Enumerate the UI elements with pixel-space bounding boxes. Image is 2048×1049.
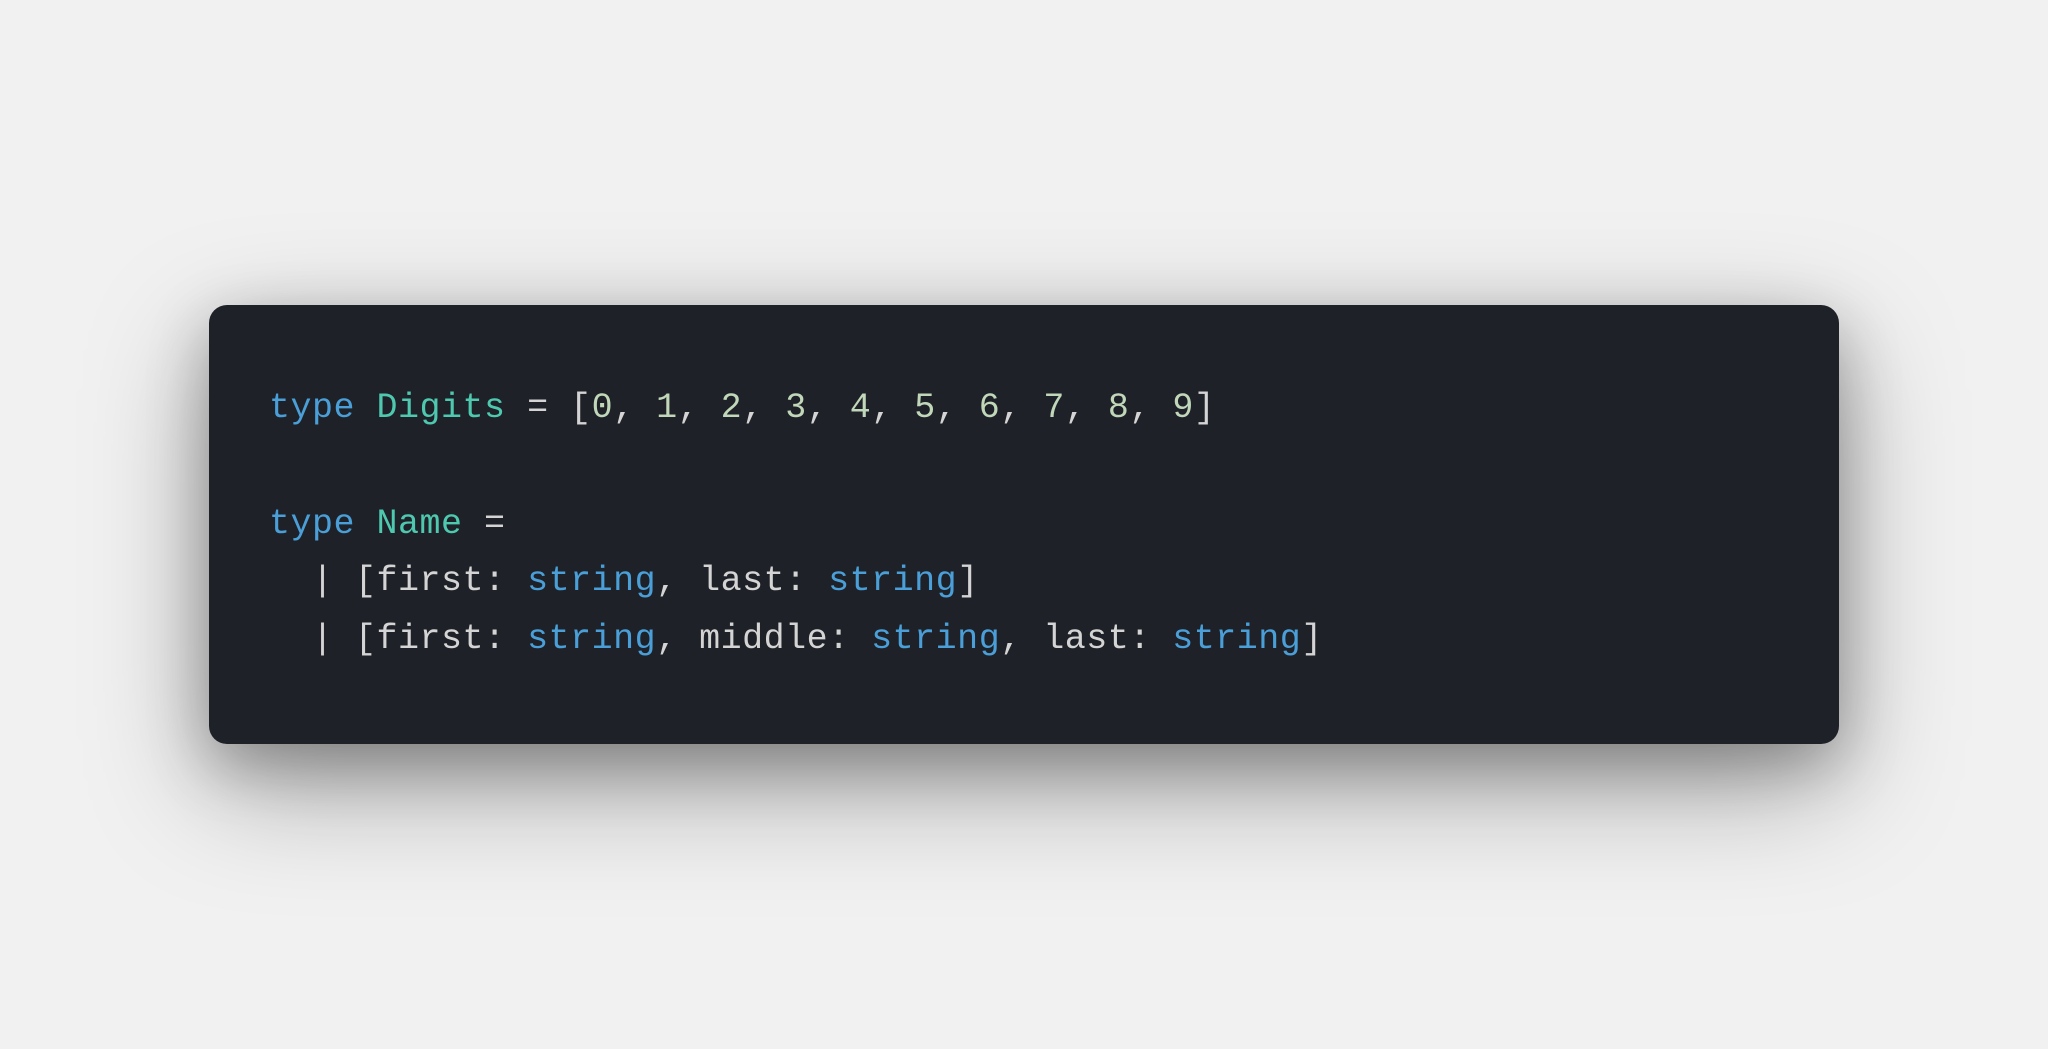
number-literal: 2 xyxy=(721,388,743,428)
number-literal: 9 xyxy=(1172,388,1194,428)
builtin-type: string xyxy=(828,561,957,601)
code-block: type Digits = [0, 1, 2, 3, 4, 5, 6, 7, 8… xyxy=(209,305,1839,744)
code-line-5: | [first: string, middle: string, last: … xyxy=(269,611,1779,669)
number-literal: 0 xyxy=(592,388,614,428)
union-branch: | [ xyxy=(269,561,377,601)
tuple-label: first xyxy=(377,619,485,659)
comma: , xyxy=(656,561,699,601)
code-line-4: | [first: string, last: string] xyxy=(269,553,1779,611)
number-literal: 5 xyxy=(914,388,936,428)
comma: , xyxy=(936,388,979,428)
comma: , xyxy=(678,388,721,428)
bracket-close: ] xyxy=(1194,388,1216,428)
builtin-type: string xyxy=(1172,619,1301,659)
builtin-type: string xyxy=(527,619,656,659)
operator-equals: = xyxy=(506,388,571,428)
comma: , xyxy=(1000,619,1043,659)
code-line-3: type Name = xyxy=(269,496,1779,554)
tuple-label: middle xyxy=(699,619,828,659)
bracket-open: [ xyxy=(570,388,592,428)
comma: , xyxy=(1129,388,1172,428)
comma: , xyxy=(807,388,850,428)
number-literal: 8 xyxy=(1108,388,1130,428)
comma: , xyxy=(613,388,656,428)
colon: : xyxy=(785,561,828,601)
number-literal: 1 xyxy=(656,388,678,428)
comma: , xyxy=(656,619,699,659)
operator-equals: = xyxy=(463,504,506,544)
blank-line xyxy=(269,438,1779,496)
bracket-close: ] xyxy=(1301,619,1323,659)
keyword-type: type xyxy=(269,504,355,544)
colon: : xyxy=(484,619,527,659)
tuple-label: first xyxy=(377,561,485,601)
comma: , xyxy=(742,388,785,428)
type-name-digits: Digits xyxy=(377,388,506,428)
comma: , xyxy=(871,388,914,428)
colon: : xyxy=(1129,619,1172,659)
builtin-type: string xyxy=(871,619,1000,659)
union-branch: | [ xyxy=(269,619,377,659)
number-literal: 3 xyxy=(785,388,807,428)
number-literal: 4 xyxy=(850,388,872,428)
builtin-type: string xyxy=(527,561,656,601)
comma: , xyxy=(1065,388,1108,428)
tuple-label: last xyxy=(699,561,785,601)
colon: : xyxy=(484,561,527,601)
tuple-label: last xyxy=(1043,619,1129,659)
colon: : xyxy=(828,619,871,659)
bracket-close: ] xyxy=(957,561,979,601)
number-literal: 7 xyxy=(1043,388,1065,428)
keyword-type: type xyxy=(269,388,355,428)
comma: , xyxy=(1000,388,1043,428)
code-line-1: type Digits = [0, 1, 2, 3, 4, 5, 6, 7, 8… xyxy=(269,380,1779,438)
type-name-name: Name xyxy=(377,504,463,544)
number-literal: 6 xyxy=(979,388,1001,428)
